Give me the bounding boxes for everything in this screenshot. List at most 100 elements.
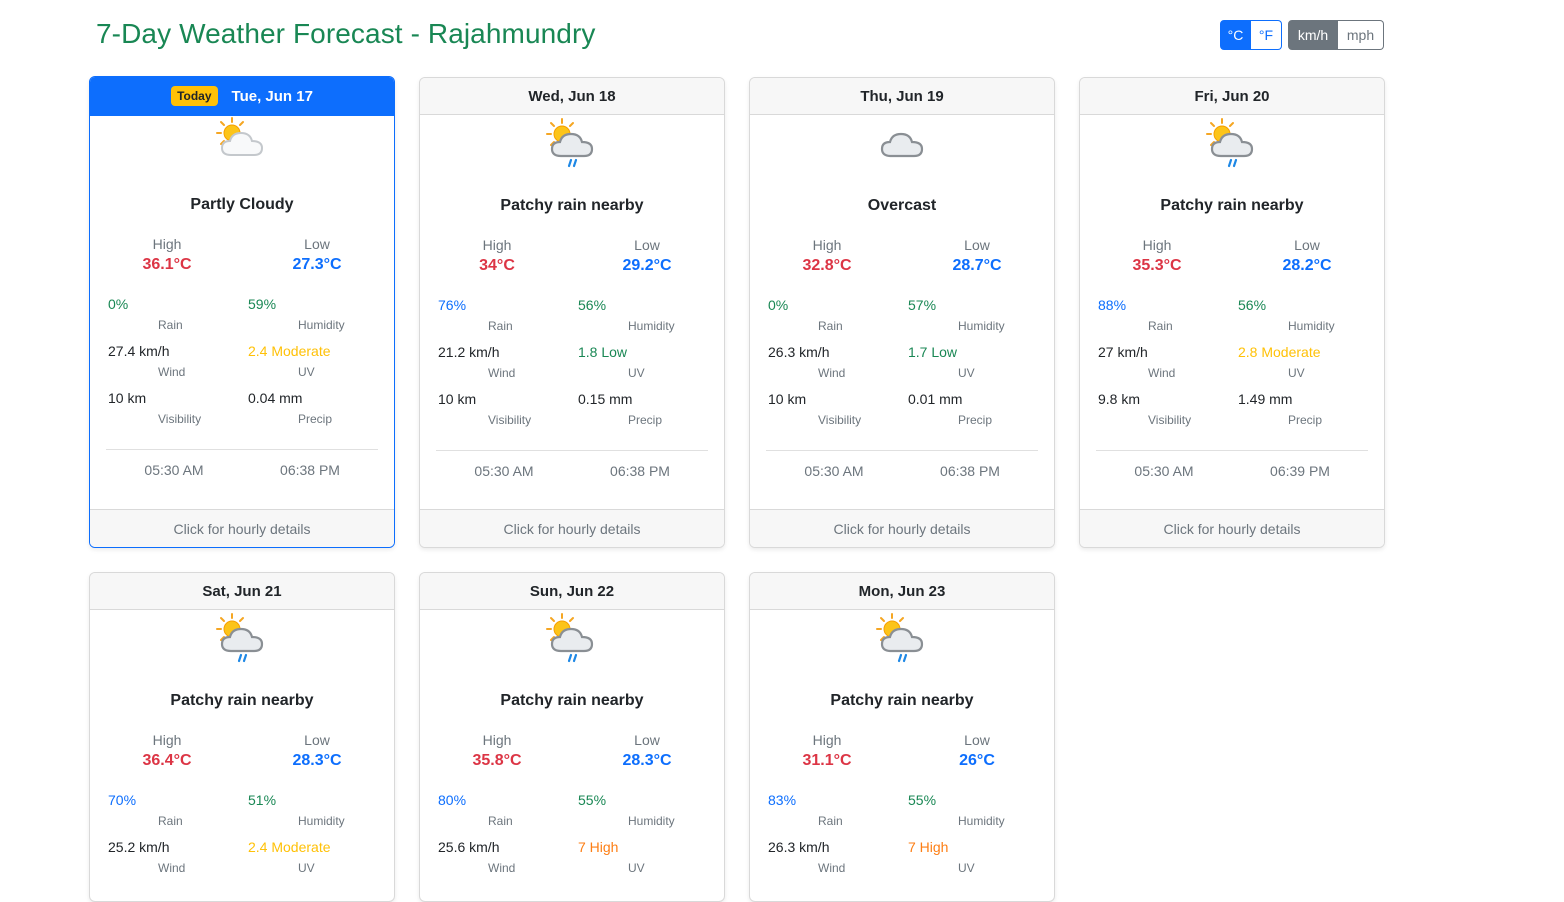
temperature-range: High 35.3°C Low 28.2°C	[1080, 237, 1384, 275]
low-temp: 28.3°C	[622, 752, 672, 769]
wind-value: 25.6 km/h	[438, 839, 500, 855]
day-card[interactable]: Thu, Jun 19 Overcast High 32.8°C Low 28.7°C 0%…	[749, 77, 1055, 548]
uv-value: 1.7 Low	[908, 344, 958, 360]
unit-toggles: °C °F km/h mph	[1220, 20, 1384, 50]
hourly-details-link[interactable]: Click for hourly details	[750, 509, 1054, 547]
visibility-value: 10 km	[108, 390, 147, 406]
day-date: Thu, Jun 19	[860, 87, 944, 105]
stats-grid: 76% Rain 56% Humidity 21.2 km/h Wind 1.8 Low UV…	[420, 297, 724, 427]
humidity-value: 56%	[578, 297, 607, 313]
day-card[interactable]: Sun, Jun 22 Patchy rain nearby High 35.8°C L…	[419, 572, 725, 902]
low-label: Low	[634, 237, 660, 253]
wind-value: 26.3 km/h	[768, 839, 830, 855]
rain-label: Rain	[488, 319, 513, 333]
wind-stat: 26.3 km/h Wind	[768, 839, 908, 875]
temperature-range: High 34°C Low 29.2°C	[420, 237, 724, 275]
sunset-time: 06:38 PM	[940, 463, 1000, 479]
visibility-value: 10 km	[438, 391, 477, 407]
day-header: Mon, Jun 23	[750, 573, 1054, 610]
wind-value: 25.2 km/h	[108, 839, 170, 855]
kmh-button[interactable]: km/h	[1288, 20, 1338, 50]
humidity-label: Humidity	[628, 319, 675, 333]
visibility-label: Visibility	[488, 413, 532, 427]
precip-value: 0.01 mm	[908, 391, 963, 407]
humidity-stat: 56% Humidity	[1238, 297, 1378, 333]
high-label: High	[1142, 237, 1172, 253]
wind-stat: 25.6 km/h Wind	[438, 839, 578, 875]
wind-stat: 27 km/h Wind	[1098, 344, 1238, 380]
visibility-label: Visibility	[158, 412, 202, 426]
hourly-details-link[interactable]: Click for hourly details	[1080, 509, 1384, 547]
rain-label: Rain	[818, 814, 843, 828]
hourly-details-link[interactable]: Click for hourly details	[90, 509, 394, 547]
day-header: Thu, Jun 19	[750, 78, 1054, 115]
rain-value: 88%	[1098, 297, 1127, 313]
precip-label: Precip	[628, 413, 663, 427]
visibility-label: Visibility	[1148, 413, 1192, 427]
wind-label: Wind	[818, 366, 846, 380]
day-card[interactable]: Mon, Jun 23 Patchy rain nearby High 31.1°C L…	[749, 572, 1055, 902]
high-label: High	[812, 237, 842, 253]
precip-label: Precip	[958, 413, 993, 427]
temperature-range: High 32.8°C Low 28.7°C	[750, 237, 1054, 275]
rain-stat: 88% Rain	[1098, 297, 1238, 333]
high-label: High	[152, 236, 182, 252]
humidity-label: Humidity	[628, 814, 675, 828]
humidity-stat: 57% Humidity	[908, 297, 1048, 333]
sun-times: 05:30 AM 06:38 PM	[106, 449, 378, 484]
day-date: Mon, Jun 23	[858, 582, 946, 600]
today-badge: Today	[171, 86, 218, 106]
high-temp: 34°C	[479, 257, 515, 274]
stats-grid: 0% Rain 59% Humidity 27.4 km/h Wind 2.4 Modera…	[90, 296, 394, 426]
uv-label: UV	[298, 365, 315, 379]
uv-stat: 2.8 Moderate UV	[1238, 344, 1378, 380]
day-date: Sun, Jun 22	[529, 582, 615, 600]
sunrise-time: 05:30 AM	[474, 463, 534, 479]
high-temp: 36.4°C	[142, 752, 192, 769]
day-card[interactable]: Wed, Jun 18 Patchy rain nearby High 34°C Low…	[419, 77, 725, 548]
day-card[interactable]: Fri, Jun 20 Patchy rain nearby High 35.3°C L…	[1079, 77, 1385, 548]
humidity-value: 51%	[248, 792, 277, 808]
uv-label: UV	[958, 366, 975, 380]
precip-stat: 0.01 mm Precip	[908, 391, 1048, 427]
humidity-value: 55%	[908, 792, 937, 808]
high-temp: 31.1°C	[802, 752, 852, 769]
condition-text: Patchy rain nearby	[500, 692, 644, 709]
visibility-label: Visibility	[818, 413, 862, 427]
rain-label: Rain	[488, 814, 513, 828]
sunrise-time: 05:30 AM	[1134, 463, 1194, 479]
temp-unit-group: °C °F	[1220, 20, 1282, 50]
mph-button[interactable]: mph	[1338, 20, 1384, 50]
humidity-stat: 56% Humidity	[578, 297, 718, 333]
uv-value: 7 High	[578, 839, 619, 855]
day-card[interactable]: Today Tue, Jun 17 Partly Cloudy High 36.1°C L…	[89, 76, 395, 548]
humidity-stat: 51% Humidity	[248, 792, 388, 828]
low-label: Low	[304, 236, 330, 252]
wind-value: 21.2 km/h	[438, 344, 500, 360]
high-label: High	[152, 732, 182, 748]
stats-grid: 80% Rain 55% Humidity 25.6 km/h Wind 7 High UV	[420, 792, 724, 875]
humidity-label: Humidity	[1288, 319, 1335, 333]
visibility-stat: 10 km Visibility	[438, 391, 578, 427]
low-temp: 29.2°C	[622, 257, 672, 274]
wind-label: Wind	[1148, 366, 1176, 380]
celsius-button[interactable]: °C	[1220, 20, 1251, 50]
temperature-range: High 36.1°C Low 27.3°C	[90, 236, 394, 274]
precip-label: Precip	[1288, 413, 1323, 427]
day-card[interactable]: Sat, Jun 21 Patchy rain nearby High 36.4°C L…	[89, 572, 395, 902]
low-temp: 26°C	[959, 752, 995, 769]
sunset-time: 06:39 PM	[1270, 463, 1330, 479]
rain-stat: 0% Rain	[768, 297, 908, 333]
uv-stat: 7 High UV	[578, 839, 718, 875]
uv-stat: 1.7 Low UV	[908, 344, 1048, 380]
uv-label: UV	[628, 366, 645, 380]
low-label: Low	[304, 732, 330, 748]
high-temp: 35.8°C	[472, 752, 522, 769]
uv-stat: 7 High UV	[908, 839, 1048, 875]
wind-label: Wind	[488, 861, 516, 875]
hourly-details-link[interactable]: Click for hourly details	[420, 509, 724, 547]
condition-text: Patchy rain nearby	[1160, 197, 1304, 214]
fahrenheit-button[interactable]: °F	[1251, 20, 1282, 50]
humidity-stat: 55% Humidity	[578, 792, 718, 828]
rain-value: 0%	[108, 296, 129, 312]
